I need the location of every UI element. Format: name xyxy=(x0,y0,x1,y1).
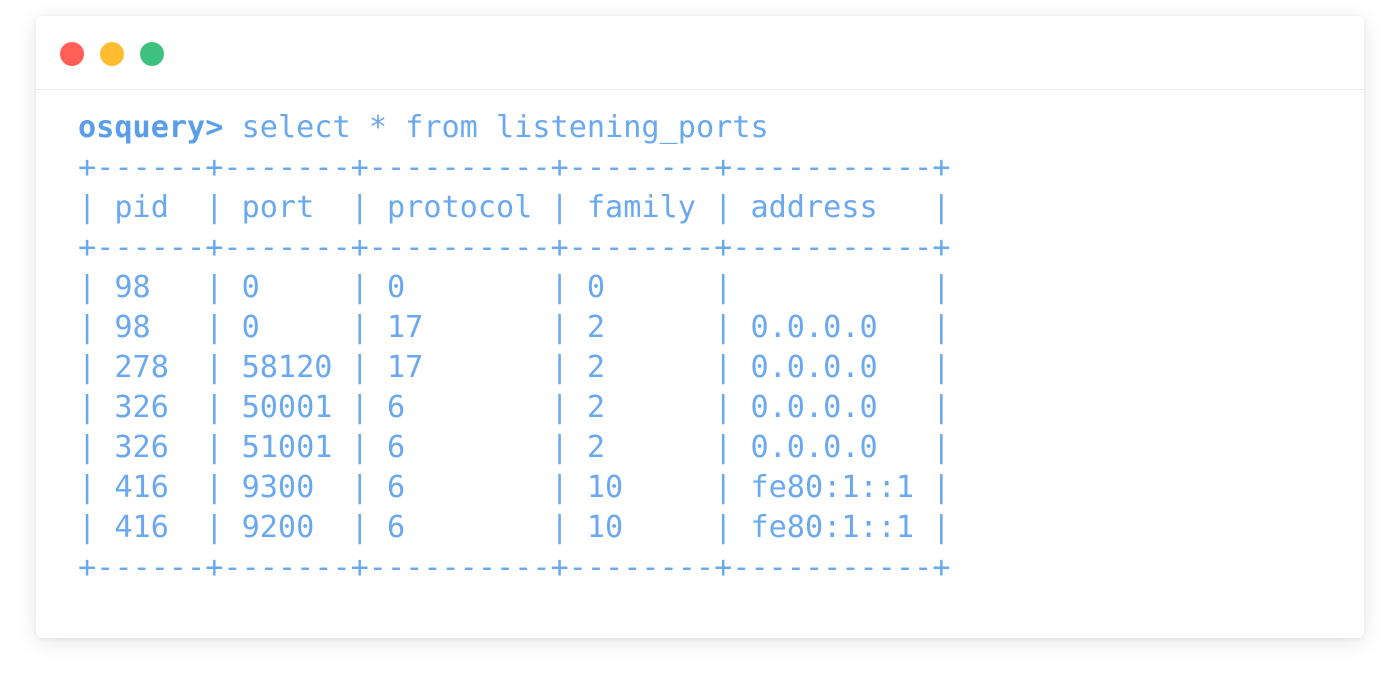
window-titlebar xyxy=(36,16,1364,90)
table-bottom-border: +------+-------+----------+--------+----… xyxy=(78,550,951,585)
table-row: | 278 | 58120 | 17 | 2 | 0.0.0.0 | xyxy=(78,350,951,385)
terminal-window: osquery> select * from listening_ports +-… xyxy=(36,16,1364,638)
command-text: select * from listening_ports xyxy=(241,110,769,145)
table-top-border: +------+-------+----------+--------+----… xyxy=(78,150,951,185)
table-row: | 326 | 50001 | 6 | 2 | 0.0.0.0 | xyxy=(78,390,951,425)
command-line: osquery> select * from listening_ports xyxy=(78,108,950,148)
table-row: | 416 | 9200 | 6 | 10 | fe80:1::1 | xyxy=(78,510,951,545)
table-header-row: | pid | port | protocol | family | addre… xyxy=(78,190,951,225)
table-header-border: +------+-------+----------+--------+----… xyxy=(78,230,951,265)
table-row: | 326 | 51001 | 6 | 2 | 0.0.0.0 | xyxy=(78,430,951,465)
shell-prompt: osquery> xyxy=(78,110,224,145)
minimize-button[interactable] xyxy=(100,42,124,66)
table-row: | 98 | 0 | 0 | 0 | | xyxy=(78,270,951,305)
table-row: | 416 | 9300 | 6 | 10 | fe80:1::1 | xyxy=(78,470,951,505)
terminal-output[interactable]: osquery> select * from listening_ports +-… xyxy=(78,108,950,588)
table-row: | 98 | 0 | 17 | 2 | 0.0.0.0 | xyxy=(78,310,951,345)
close-button[interactable] xyxy=(60,42,84,66)
zoom-button[interactable] xyxy=(140,42,164,66)
